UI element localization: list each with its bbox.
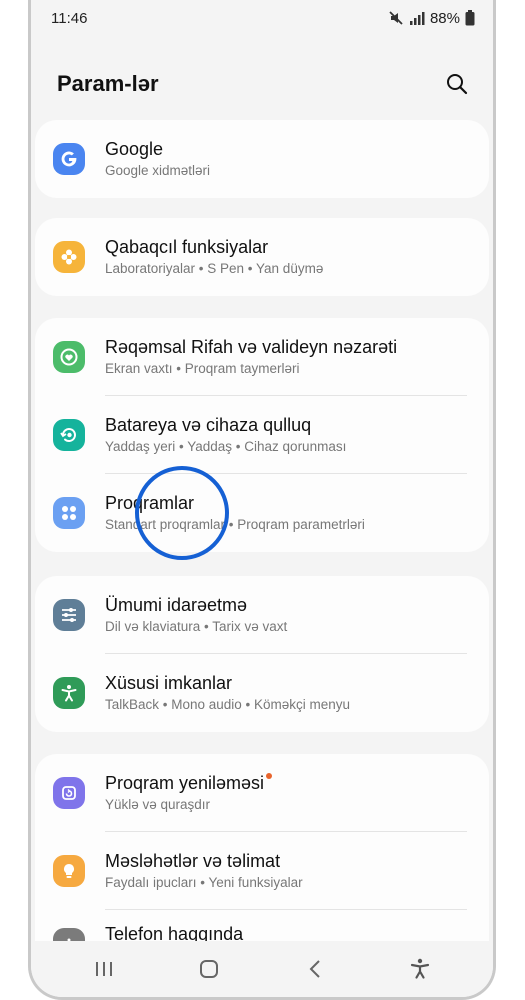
apps-grid-icon [53, 497, 85, 529]
item-subtitle: Google xidmətləri [105, 163, 211, 178]
lightbulb-icon [53, 855, 85, 887]
settings-card-device: Rəqəmsal Rifah və valideyn nəzarəti Ekra… [35, 318, 489, 552]
item-title: Xüsusi imkanlar [105, 673, 233, 693]
item-title: Proqramlar [105, 493, 195, 513]
item-subtitle: Laboratoriyalar • S Pen • Yan düymə [105, 261, 324, 276]
battery-percent: 88% [429, 9, 460, 27]
item-title: Qabaqcıl funksiyalar [105, 237, 269, 257]
device-care-icon [53, 419, 85, 451]
notification-dot [266, 773, 273, 779]
item-title: Ümumi idarəetmə [105, 595, 248, 615]
home-icon [200, 960, 219, 978]
sliders-icon [53, 599, 85, 631]
accessibility-shortcut-icon [411, 958, 430, 979]
navigation-bar [31, 941, 493, 997]
settings-item-advanced-features[interactable]: Qabaqcıl funksiyalar Laboratoriyalar • S… [35, 218, 489, 296]
item-subtitle: Yüklə və quraşdır [105, 797, 211, 812]
settings-item-general-management[interactable]: Ümumi idarəetmə Dil və klaviatura • Tari… [35, 576, 489, 654]
status-bar: 11:46 88% [31, 0, 493, 36]
home-button[interactable] [184, 949, 234, 989]
item-subtitle: TalkBack • Mono audio • Köməkçi menyu [105, 697, 351, 712]
signal-icon [409, 12, 425, 25]
item-title: Google [105, 139, 164, 159]
status-icons: 88% [388, 10, 475, 27]
gear-flower-icon [53, 241, 85, 273]
recent-apps-button[interactable] [79, 949, 129, 989]
battery-icon [465, 10, 475, 26]
item-subtitle: Yaddaş yeri • Yaddaş • Cihaz qorunması [105, 439, 347, 454]
settings-card-general: Ümumi idarəetmə Dil və klaviatura • Tari… [35, 576, 489, 732]
settings-item-google[interactable]: Google Google xidmətləri [35, 120, 489, 198]
settings-item-apps[interactable]: Proqramlar Standart proqramlar • Proqram… [35, 474, 489, 552]
item-subtitle: Faydalı ipucları • Yeni funksiyalar [105, 875, 303, 890]
settings-card-advanced: Qabaqcıl funksiyalar Laboratoriyalar • S… [35, 218, 489, 296]
search-button[interactable] [441, 68, 473, 100]
google-icon [53, 143, 85, 175]
phone-screen: 11:46 88% Param-lər Google Google xidmət… [28, 0, 496, 1000]
page-header: Param-lər [31, 58, 493, 110]
settings-card-google: Google Google xidmətləri [35, 120, 489, 198]
accessibility-person-icon [53, 677, 85, 709]
search-icon [447, 74, 468, 95]
update-icon [53, 777, 85, 809]
settings-item-tips[interactable]: Məsləhətlər və təlimat Faydalı ipucları … [35, 832, 489, 910]
item-title: Batareya və cihaza qulluq [105, 415, 312, 435]
item-title: Rəqəmsal Rifah və valideyn nəzarəti [105, 337, 398, 357]
page-title: Param-lər [57, 71, 159, 96]
recent-apps-icon [95, 962, 112, 976]
mute-icon [389, 11, 403, 25]
settings-item-battery-device-care[interactable]: Batareya və cihaza qulluq Yaddaş yeri • … [35, 396, 489, 474]
accessibility-shortcut-button[interactable] [395, 949, 445, 989]
settings-item-accessibility[interactable]: Xüsusi imkanlar TalkBack • Mono audio • … [35, 654, 489, 732]
back-icon [309, 960, 320, 978]
item-title: Məsləhətlər və təlimat [105, 851, 281, 871]
settings-item-software-update[interactable]: Proqram yeniləməsi Yüklə və quraşdır [35, 754, 489, 832]
item-subtitle: Dil və klaviatura • Tarix və vaxt [105, 619, 288, 634]
item-title: Proqram yeniləməsi [105, 771, 475, 795]
item-subtitle: Standart proqramlar • Proqram parametrlə… [105, 517, 365, 532]
settings-item-digital-wellbeing[interactable]: Rəqəmsal Rifah və valideyn nəzarəti Ekra… [35, 318, 489, 396]
wellbeing-heart-icon [53, 341, 85, 373]
item-subtitle: Ekran vaxtı • Proqram taymerləri [105, 361, 300, 376]
back-button[interactable] [290, 949, 340, 989]
status-time: 11:46 [51, 9, 88, 27]
item-title-text: Proqram yeniləməsi [105, 773, 265, 793]
